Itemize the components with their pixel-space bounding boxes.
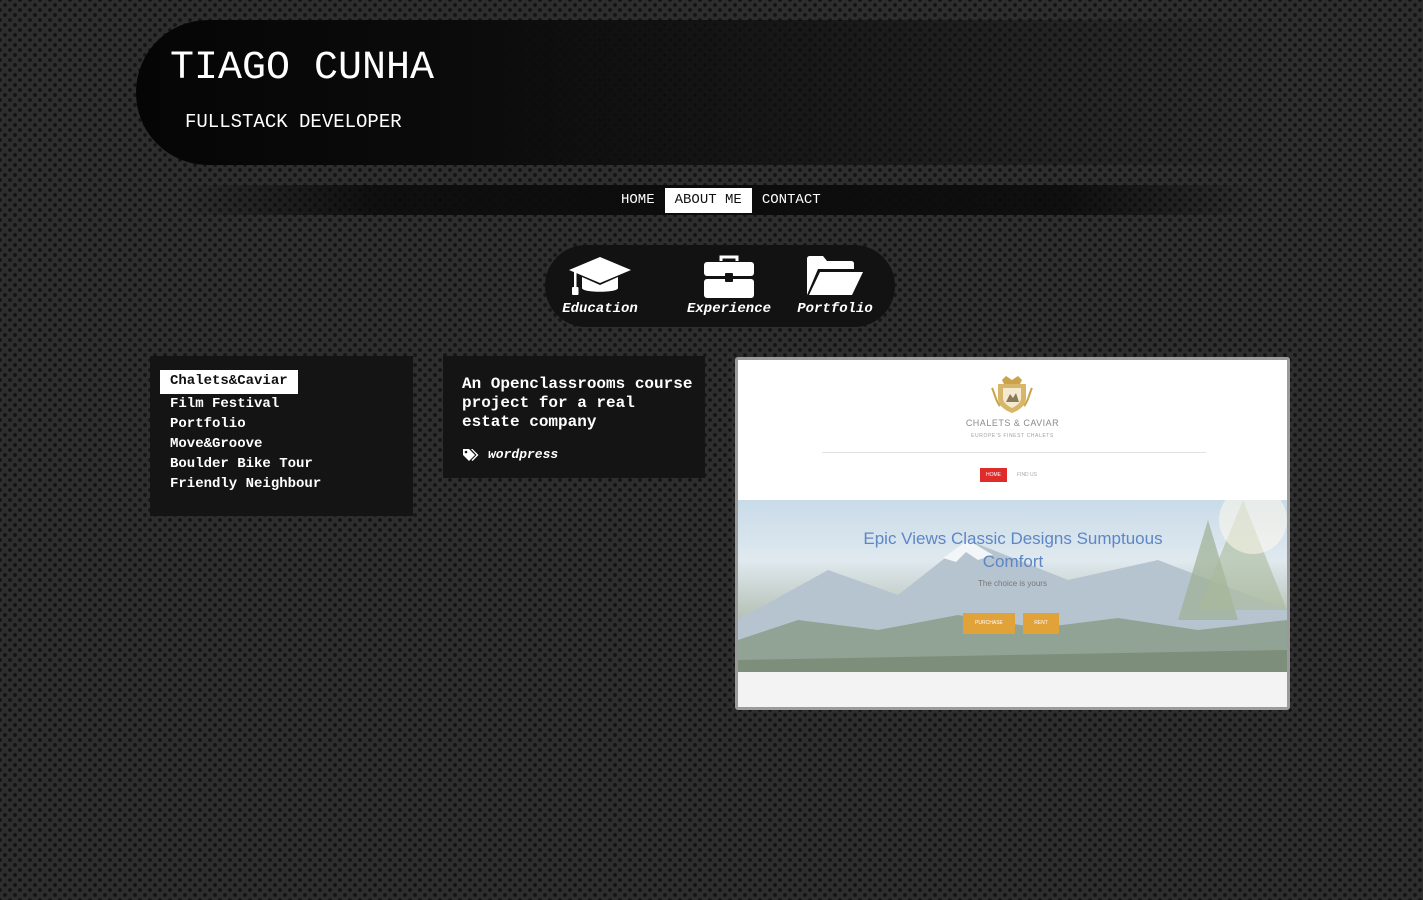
project-item-boulder-bike-tour[interactable]: Boulder Bike Tour [160, 454, 323, 474]
site-subtitle: FULLSTACK DEVELOPER [185, 111, 402, 133]
preview-brand: CHALETS & CAVIAR [965, 418, 1060, 428]
nav-about-me[interactable]: ABOUT ME [664, 188, 752, 213]
tab-portfolio-label: Portfolio [797, 301, 873, 317]
preview-nav-home: HOME [980, 468, 1007, 482]
main-nav: HOME ABOUT ME CONTACT [611, 188, 831, 213]
project-item-portfolio[interactable]: Portfolio [160, 414, 256, 434]
briefcase-icon [704, 255, 754, 298]
nav-home[interactable]: HOME [611, 188, 665, 213]
project-item-chalets-caviar[interactable]: Chalets&Caviar [160, 370, 298, 394]
project-tags: wordpress [462, 447, 558, 462]
project-list-panel: Chalets&Caviar Film Festival Portfolio M… [150, 356, 413, 516]
project-preview-image[interactable]: CHALETS & CAVIAR EUROPE'S FINEST CHALETS… [735, 357, 1290, 710]
preview-header: CHALETS & CAVIAR EUROPE'S FINEST CHALETS… [738, 360, 1287, 500]
project-description: An Openclassrooms course project for a r… [462, 375, 693, 431]
preview-purchase-button: PURCHASE [963, 613, 1015, 634]
project-item-move-groove[interactable]: Move&Groove [160, 434, 272, 454]
project-item-friendly-neighbour[interactable]: Friendly Neighbour [160, 474, 331, 494]
project-tag: wordpress [488, 447, 559, 462]
preview-nav-find-us: FIND US [1017, 472, 1037, 478]
project-description-panel: An Openclassrooms course project for a r… [443, 356, 705, 478]
preview-divider [822, 452, 1206, 453]
project-item-film-festival[interactable]: Film Festival [160, 394, 289, 414]
chalets-crest-icon [991, 376, 1033, 413]
tab-education-label: Education [562, 301, 638, 317]
preview-rent-button: RENT [1023, 613, 1059, 634]
tab-portfolio[interactable]: Portfolio [780, 245, 890, 327]
preview-hero-subtitle: The choice is yours [978, 579, 1047, 588]
graduation-cap-icon [569, 257, 631, 295]
tags-icon [463, 448, 479, 461]
nav-contact[interactable]: CONTACT [752, 188, 831, 213]
preview-hero-title: Epic Views Classic Designs Sumptuous Com… [863, 529, 1163, 571]
folder-open-icon [807, 256, 863, 295]
tab-experience[interactable]: Experience [674, 245, 784, 327]
site-header: TIAGO CUNHA FULLSTACK DEVELOPER [136, 20, 1296, 165]
tab-experience-label: Experience [686, 301, 771, 317]
tab-education[interactable]: Education [545, 245, 655, 327]
site-title: TIAGO CUNHA [170, 46, 435, 91]
section-tabs: Education Experience Portfolio [545, 245, 895, 327]
preview-hero: Epic Views Classic Designs Sumptuous Com… [738, 500, 1287, 672]
preview-tagline: EUROPE'S FINEST CHALETS [971, 433, 1054, 439]
